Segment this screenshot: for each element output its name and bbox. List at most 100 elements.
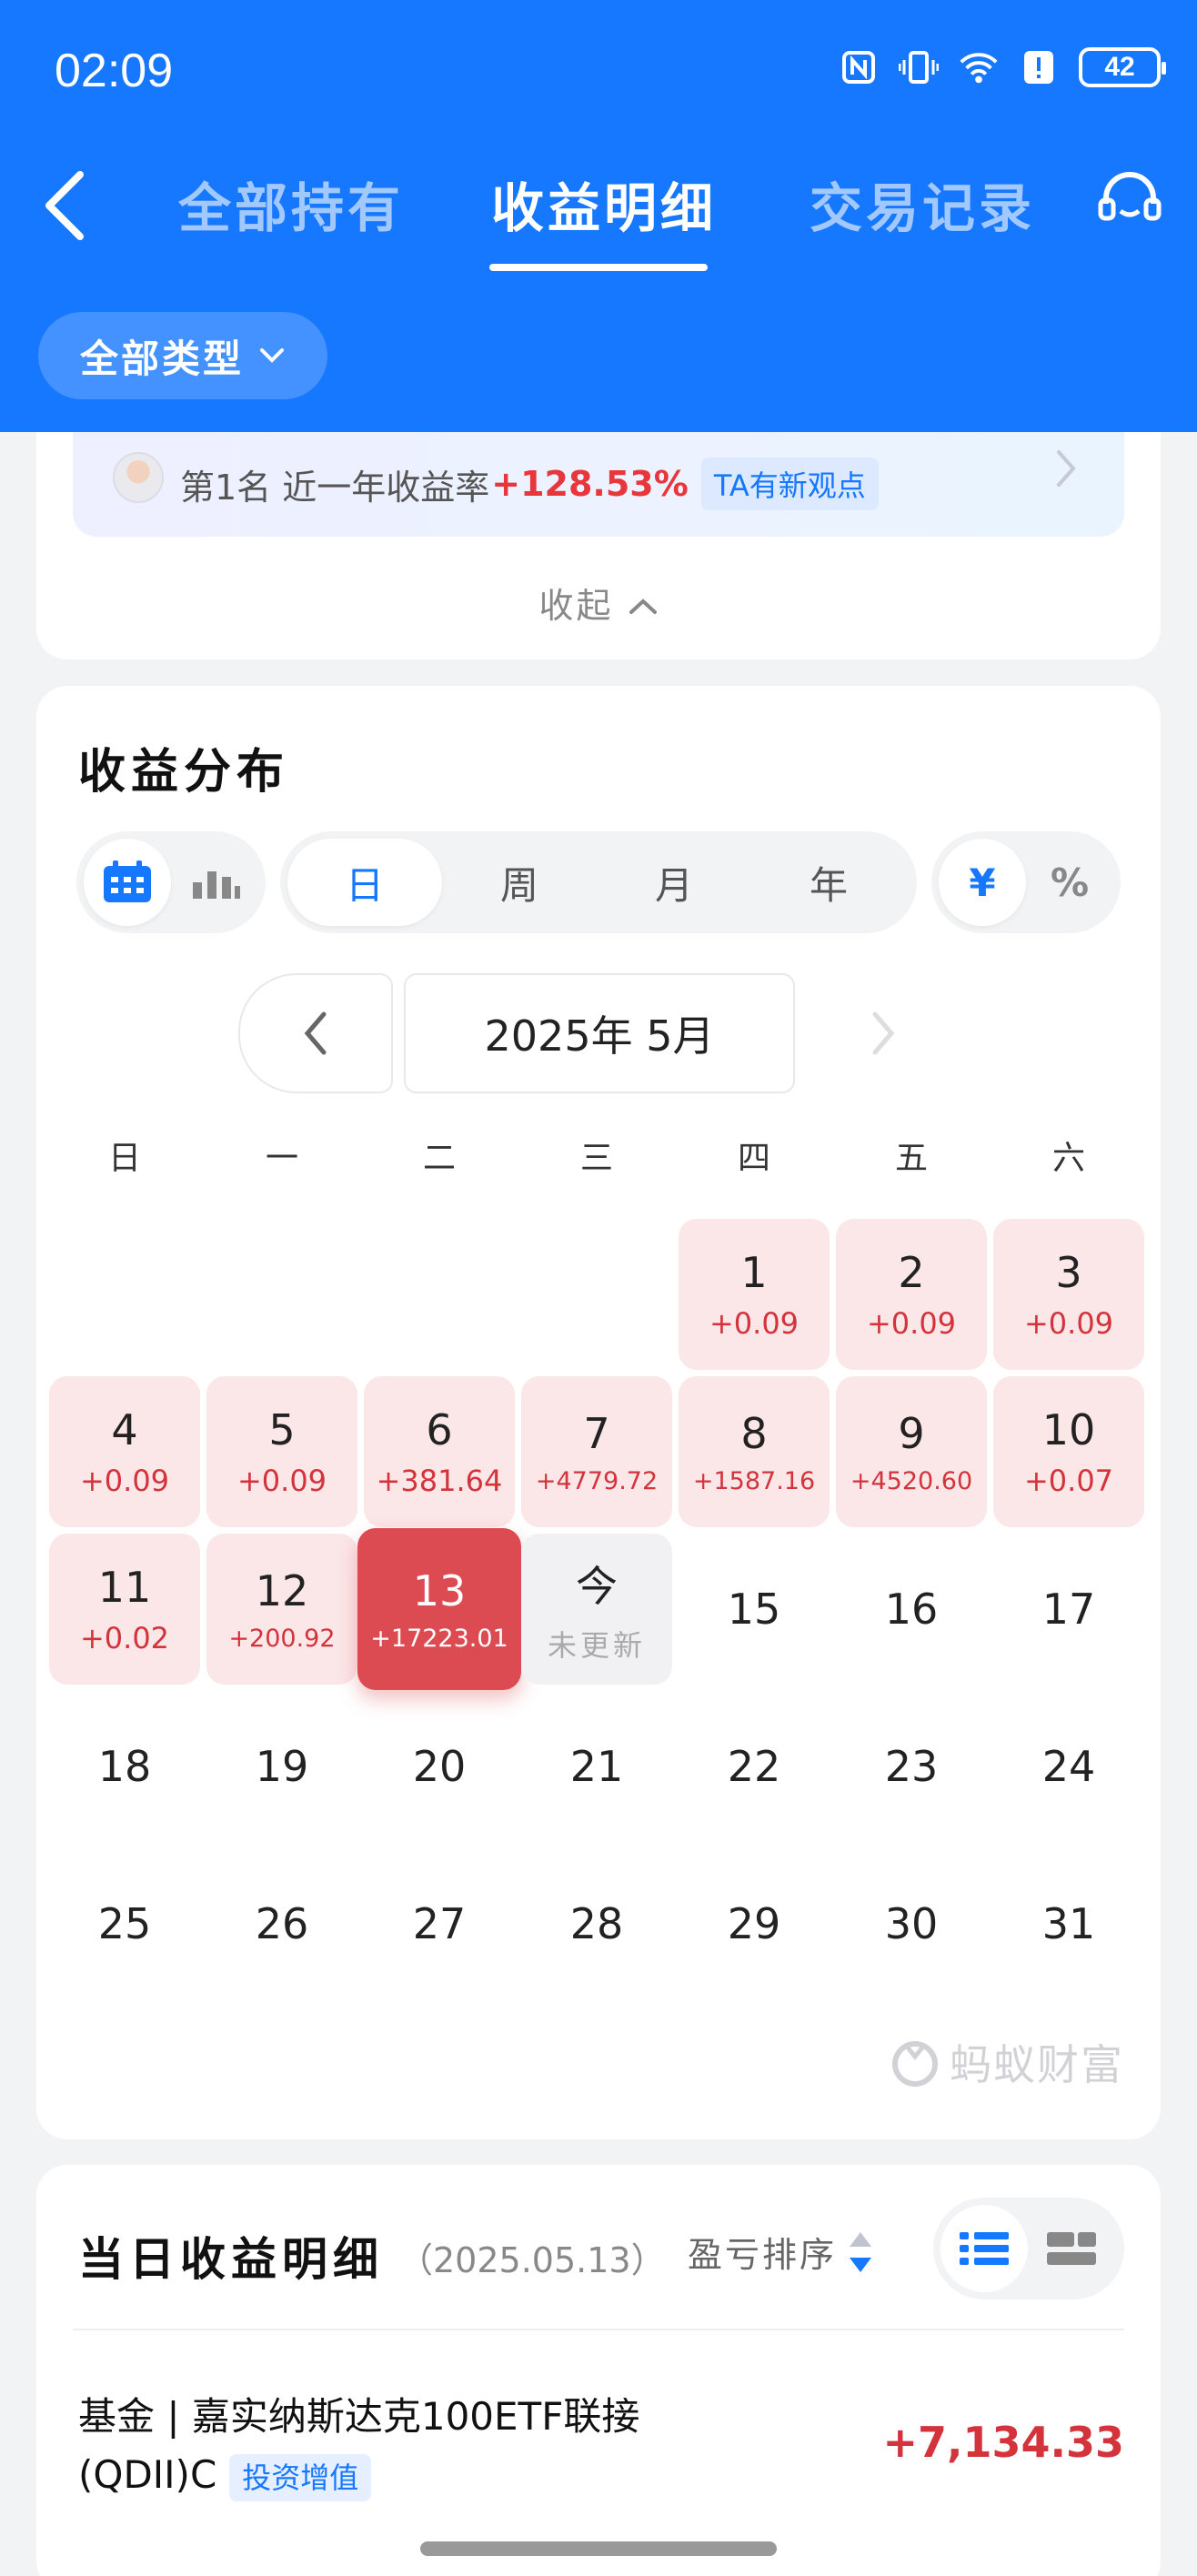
sort-button[interactable]: 盈亏排序 [688, 2227, 873, 2277]
calendar-day[interactable]: 7 +4779.72 [521, 1376, 672, 1527]
calendar-day[interactable]: 2 +0.09 [836, 1219, 987, 1370]
list-view-button[interactable] [940, 2205, 1028, 2292]
calendar-day[interactable]: 22 [679, 1691, 830, 1842]
calendar-day[interactable]: 5 +0.09 [206, 1376, 357, 1527]
month-label[interactable]: 2025年 5月 [404, 973, 795, 1093]
period-day[interactable]: 日 [287, 839, 442, 926]
calendar-day[interactable]: 16 [836, 1534, 987, 1685]
calendar-day[interactable]: 19 [206, 1691, 357, 1842]
calendar-day[interactable]: 23 [836, 1691, 987, 1842]
view-mode-toggle [76, 831, 266, 933]
calendar-day[interactable]: 10 +0.07 [993, 1376, 1144, 1527]
card-view-button[interactable] [1028, 2205, 1115, 2292]
active-tab-indicator [489, 264, 708, 271]
calendar-day[interactable]: 11 +0.02 [49, 1534, 200, 1685]
fund-row[interactable]: 基金 | 嘉实纳斯达克100ETF联接(QDII)C 投资增值 [78, 2388, 733, 2504]
prev-month-button[interactable] [238, 973, 393, 1093]
calendar-day[interactable]: 15 [679, 1534, 830, 1685]
day-number: 27 [412, 1899, 467, 1948]
day-number: 1 [740, 1248, 768, 1297]
day-earnings: +0.09 [79, 1464, 170, 1498]
bar-chart-icon [193, 871, 240, 899]
calendar-day[interactable]: 17 [993, 1534, 1144, 1685]
chart-view-button[interactable] [171, 839, 258, 926]
day-earnings: +4779.72 [535, 1466, 659, 1495]
weekday-tue: 二 [422, 1140, 456, 1177]
calendar-day[interactable]: 1 +0.09 [679, 1219, 830, 1370]
day-number: 19 [255, 1742, 309, 1791]
unit-toggle: ¥ % [931, 831, 1121, 933]
weekday-thu: 四 [737, 1140, 770, 1177]
brand-watermark: 蚂蚁财富 [888, 2032, 1124, 2092]
daily-detail-card: 当日收益明细 （2025.05.13） 盈亏排序 基金 | 嘉实纳斯达克100E… [36, 2165, 1161, 2576]
back-button[interactable] [36, 164, 100, 246]
day-number: 21 [569, 1742, 624, 1791]
day-number: 31 [1041, 1899, 1096, 1948]
weekday-wed: 三 [579, 1140, 613, 1177]
calendar-day[interactable]: 31 [993, 1848, 1144, 1999]
unit-percent[interactable]: % [1026, 839, 1113, 926]
calendar-day[interactable]: 26 [206, 1848, 357, 1999]
day-number: 16 [884, 1585, 939, 1634]
day-number: 5 [268, 1405, 296, 1454]
collapse-button[interactable]: 收起 [36, 578, 1161, 628]
weekday-sun: 日 [107, 1140, 141, 1177]
tab-all-holdings[interactable]: 全部持有 [178, 166, 404, 242]
calendar-day-selected[interactable]: 13 +17223.01 [357, 1528, 521, 1690]
status-time: 02:09 [55, 45, 174, 97]
card-view-icon [1047, 2232, 1096, 2265]
day-number: 29 [727, 1899, 781, 1948]
calendar-day[interactable]: 12 +200.92 [206, 1534, 357, 1685]
list-icon [960, 2232, 1009, 2265]
customer-service-button[interactable] [1093, 164, 1166, 236]
calendar-day[interactable]: 3 +0.09 [993, 1219, 1144, 1370]
type-filter-dropdown[interactable]: 全部类型 [38, 312, 327, 399]
calendar-day-today[interactable]: 今未更新 [521, 1534, 672, 1685]
calendar-day[interactable]: 18 [49, 1691, 200, 1842]
fund-earnings: +7,134.33 [882, 2418, 1124, 2467]
day-number: 25 [97, 1899, 152, 1948]
calendar-day[interactable]: 30 [836, 1848, 987, 1999]
tab-earnings-detail[interactable]: 收益明细 [491, 166, 717, 242]
tab-transactions[interactable]: 交易记录 [810, 166, 1035, 242]
calendar-day[interactable]: 20 [364, 1691, 515, 1842]
calendar-day[interactable]: 6 +381.64 [364, 1376, 515, 1527]
day-earnings: +381.64 [376, 1464, 503, 1498]
day-number: 7 [583, 1408, 610, 1458]
day-number: 4 [111, 1405, 138, 1454]
day-number: 15 [727, 1585, 781, 1634]
headset-icon [1098, 172, 1162, 221]
day-number: 今 [576, 1562, 618, 1611]
calendar-day[interactable]: 4 +0.09 [49, 1376, 200, 1527]
ranking-card: 第1名 近一年收益率 +128.53% TA有新观点 收起 [36, 432, 1161, 659]
ranking-rate: +128.53% [491, 464, 689, 504]
unit-amount[interactable]: ¥ [939, 839, 1026, 926]
calendar-day[interactable]: 25 [49, 1848, 200, 1999]
next-month-button[interactable] [806, 973, 961, 1093]
status-bar: 02:09 42 [0, 0, 1197, 136]
day-number: 11 [97, 1563, 152, 1612]
period-month[interactable]: 月 [597, 839, 751, 926]
earnings-calendar-card: 收益分布 日 周 月 年 ¥ % 2025年 5月 日 一 二 三 四 五 六 … [36, 686, 1161, 2139]
calendar-day[interactable]: 9 +4520.60 [836, 1376, 987, 1527]
day-number: 6 [426, 1405, 453, 1454]
calendar-day[interactable]: 29 [679, 1848, 830, 1999]
sort-icon [850, 2231, 872, 2272]
calendar-icon [104, 860, 151, 902]
day-number: 23 [884, 1742, 939, 1791]
home-indicator [420, 2541, 777, 2556]
period-toggle: 日 周 月 年 [280, 831, 917, 933]
calendar-day[interactable]: 28 [521, 1848, 672, 1999]
ranking-banner[interactable]: 第1名 近一年收益率 +128.53% TA有新观点 [73, 432, 1124, 537]
period-week[interactable]: 周 [442, 839, 597, 926]
period-year[interactable]: 年 [751, 839, 906, 926]
calendar-day[interactable]: 21 [521, 1691, 672, 1842]
day-number: 26 [255, 1899, 309, 1948]
calendar-view-button[interactable] [84, 839, 171, 926]
wifi-icon [959, 47, 999, 87]
calendar-day[interactable]: 27 [364, 1848, 515, 1999]
calendar-day[interactable]: 8 +1587.16 [679, 1376, 830, 1527]
day-number: 3 [1055, 1248, 1082, 1297]
day-number: 13 [412, 1565, 467, 1615]
calendar-day[interactable]: 24 [993, 1691, 1144, 1842]
